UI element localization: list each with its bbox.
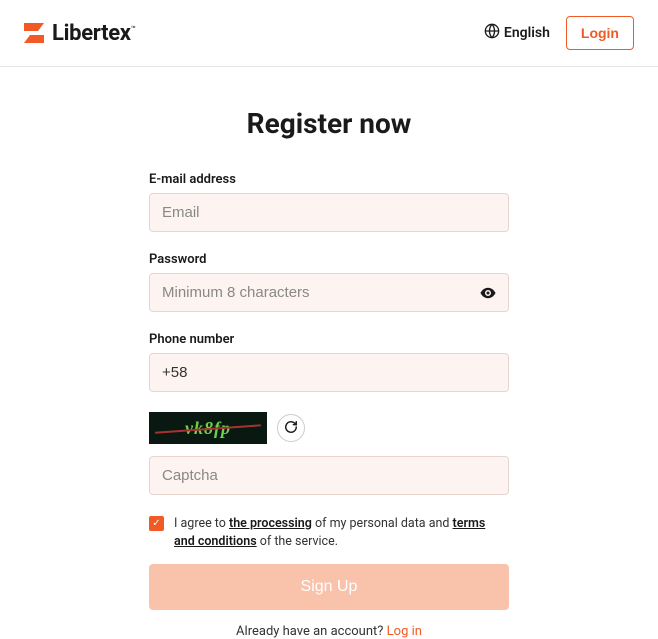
page-title: Register now	[149, 107, 509, 140]
brand-name: Libertex™	[52, 21, 135, 46]
captcha-group: vk8fp	[149, 412, 509, 495]
consent-text: I agree to the processing of my personal…	[174, 515, 509, 550]
phone-field[interactable]	[149, 353, 509, 392]
consent-row: ✓ I agree to the processing of my person…	[149, 515, 509, 550]
email-label: E-mail address	[149, 172, 509, 187]
login-button[interactable]: Login	[566, 16, 634, 50]
password-group: Password	[149, 252, 509, 312]
consent-checkbox[interactable]: ✓	[149, 516, 164, 531]
brand-logo[interactable]: Libertex™	[24, 21, 135, 46]
language-label: English	[504, 25, 550, 41]
already-have-account: Already have an account? Log in	[149, 624, 509, 639]
password-label: Password	[149, 252, 509, 267]
refresh-icon	[284, 420, 298, 437]
login-link[interactable]: Log in	[387, 624, 422, 639]
header: Libertex™ English Login	[0, 0, 658, 67]
processing-link[interactable]: the processing	[229, 516, 312, 531]
captcha-image: vk8fp	[149, 412, 267, 444]
email-field[interactable]	[149, 193, 509, 232]
password-field[interactable]	[149, 273, 509, 312]
toggle-password-visibility-icon[interactable]	[479, 284, 497, 302]
phone-group: Phone number	[149, 332, 509, 392]
header-actions: English Login	[484, 16, 634, 50]
phone-label: Phone number	[149, 332, 509, 347]
libertex-logo-icon	[24, 23, 44, 43]
captcha-field[interactable]	[149, 456, 509, 495]
email-group: E-mail address	[149, 172, 509, 232]
signup-button[interactable]: Sign Up	[149, 564, 509, 610]
register-form-container: Register now E-mail address Password Pho…	[149, 67, 509, 639]
language-selector[interactable]: English	[484, 23, 550, 43]
captcha-refresh-button[interactable]	[277, 414, 305, 442]
globe-icon	[484, 23, 500, 43]
